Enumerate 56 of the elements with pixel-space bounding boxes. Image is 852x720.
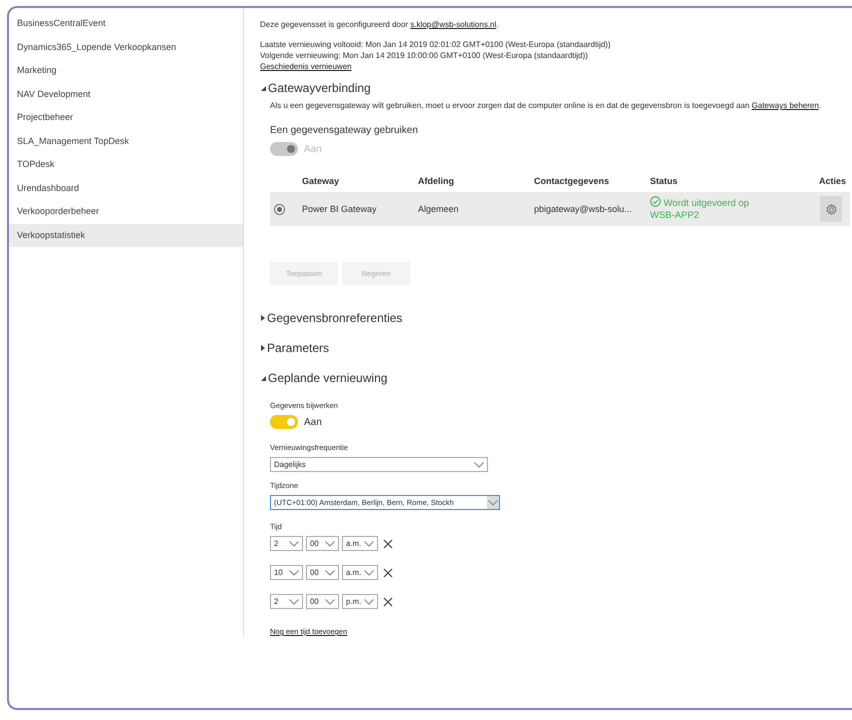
radio-button[interactable] xyxy=(274,204,285,215)
column-header: Acties xyxy=(818,176,846,186)
column-header: Contactgegevens xyxy=(534,176,610,186)
gateway-description: Als u een gegevensgateway wilt gebruiken, moet u ervoor zorgen dat de computer online is en dat de gegevensbron is toegevoegd aan Gateways beheren. xyxy=(270,101,822,111)
chevron-down-icon xyxy=(289,598,299,604)
settings-icon xyxy=(826,204,836,214)
close-icon[interactable] xyxy=(383,568,393,578)
section-title[interactable]: Gatewayverbinding xyxy=(268,81,371,95)
table-cell: Power BI Gateway xyxy=(302,204,377,214)
chevron-down-icon xyxy=(289,540,299,546)
sidebar-item[interactable]: Projectbeheer xyxy=(9,106,243,130)
chevron-down-icon xyxy=(289,570,299,576)
sidebar-item[interactable]: Marketing xyxy=(9,59,243,82)
collapsed-triangle-icon[interactable] xyxy=(260,314,266,322)
sidebar-item[interactable]: Verkoopstatistiek xyxy=(9,224,243,247)
section-title[interactable]: Gegevensbronreferenties xyxy=(267,311,402,325)
next-refresh-text: Volgende vernieuwing: Mon Jan 14 2019 10:00:00 GMT+0100 (West-Europa (standaardtijd)) xyxy=(260,50,589,61)
chevron-down-icon xyxy=(325,570,335,576)
sidebar-item[interactable]: NAV Development xyxy=(9,82,243,106)
configured-by-text: Deze gegevensset is geconfigureerd door s.klop@wsb-solutions.nl. xyxy=(260,20,500,29)
section-title[interactable]: Parameters xyxy=(267,341,330,355)
toggle-label: Aan xyxy=(304,144,322,154)
column-header: Gateway xyxy=(302,176,340,186)
settings-button[interactable] xyxy=(820,196,842,222)
status-text: Wordt uitgevoerd op WSB-APP2 xyxy=(650,196,750,222)
history-link[interactable]: Geschiedenis vernieuwen xyxy=(260,62,352,71)
chevron-down-icon xyxy=(488,500,498,506)
toggle-switch[interactable] xyxy=(270,415,298,429)
close-icon[interactable] xyxy=(383,538,393,548)
sidebar-item[interactable]: BusinessCentralEvent xyxy=(9,12,243,36)
sidebar-item[interactable]: Verkooporderbeheer xyxy=(9,200,243,224)
email-link[interactable]: s.klop@wsb-solutions.nl xyxy=(410,20,496,29)
last-refresh-text: Laatste vernieuwing voltooid: Mon Jan 14 2019 02:01:02 GMT+0100 (West-Europa (standaardtijd)) xyxy=(260,39,612,50)
column-header: Afdeling xyxy=(418,176,454,186)
column-header: Status xyxy=(650,176,678,186)
chevron-down-icon xyxy=(364,570,374,576)
chevron-down-icon xyxy=(364,540,374,546)
collapsed-triangle-icon[interactable] xyxy=(260,344,266,352)
expanded-triangle-icon[interactable] xyxy=(260,84,267,92)
sidebar-item[interactable]: SLA_Management TopDesk xyxy=(9,130,243,153)
chevron-down-icon xyxy=(325,540,335,546)
table-cell: Algemeen xyxy=(418,204,459,214)
expanded-triangle-icon[interactable] xyxy=(260,374,267,382)
table-cell: pbigateway@wsb-solu... xyxy=(534,204,632,214)
section-title[interactable]: Geplande vernieuwing xyxy=(268,371,388,385)
sidebar-item[interactable]: Dynamics365_Lopende Verkoopkansen xyxy=(9,36,243,59)
chevron-down-icon xyxy=(364,598,374,604)
toggle-label: Aan xyxy=(304,416,322,428)
gateways-link[interactable]: Gateways beheren xyxy=(752,101,819,110)
close-icon[interactable] xyxy=(383,596,393,606)
sidebar-item[interactable]: TOPdesk xyxy=(9,153,243,176)
chevron-down-icon xyxy=(325,598,335,604)
chevron-down-icon xyxy=(474,462,484,468)
check-circle-icon xyxy=(650,196,661,207)
sidebar-item[interactable]: Urendashboard xyxy=(9,176,243,200)
toggle-title: Een gegevensgateway gebruiken xyxy=(270,125,418,136)
